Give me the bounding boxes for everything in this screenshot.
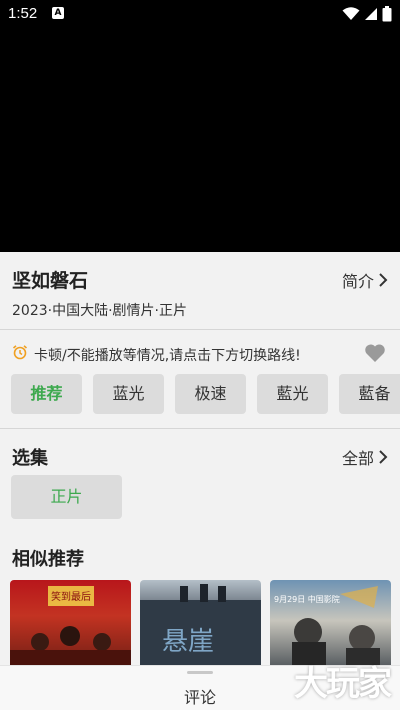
divider (0, 329, 400, 330)
source-button-bluray-2[interactable]: 藍光 (257, 374, 328, 414)
movie-meta: 2023·中国大陆·剧情片·正片 (12, 303, 187, 319)
alarm-clock-icon (12, 345, 28, 360)
poster-card[interactable]: 悬崖 (140, 580, 261, 670)
chevron-right-icon (379, 273, 388, 287)
watermark-logo: 大玩家 (294, 664, 392, 704)
source-selector: 推荐 蓝光 极速 藍光 藍备 (11, 374, 400, 414)
notice-banner: 卡顿/不能播放等情况,请点击下方切换路线! (12, 344, 388, 364)
chevron-right-icon (379, 450, 388, 464)
episodes-all-label: 全部 (341, 449, 374, 468)
wifi-icon (342, 7, 360, 20)
divider (0, 428, 400, 429)
status-icons (342, 6, 392, 22)
poster-card[interactable]: 笑到最后 (10, 580, 131, 670)
episode-button[interactable]: 正片 (11, 475, 122, 519)
poster-caption: 悬崖 (162, 627, 214, 657)
source-button-bluray[interactable]: 蓝光 (93, 374, 164, 414)
drag-handle[interactable] (187, 671, 213, 674)
notification-icon: A (52, 7, 64, 19)
signal-icon (365, 8, 377, 20)
poster-image: 悬崖 (140, 584, 261, 670)
battery-icon (382, 6, 392, 22)
video-player[interactable] (0, 0, 400, 252)
source-button-backup[interactable]: 藍备 (339, 374, 400, 414)
status-time: 1:52 (8, 5, 38, 22)
intro-label: 简介 (341, 272, 374, 291)
status-bar: 1:52 A (0, 0, 400, 28)
intro-button[interactable]: 简介 (342, 268, 388, 292)
episodes-title: 选集 (12, 448, 48, 469)
episodes-all-button[interactable]: 全部 (342, 445, 388, 469)
title-row: 坚如磐石 简介 (12, 266, 388, 292)
source-button-recommended[interactable]: 推荐 (11, 374, 82, 414)
movie-title: 坚如磐石 (12, 270, 89, 292)
poster-caption: 笑到最后 (51, 590, 91, 603)
heart-icon[interactable] (364, 343, 386, 363)
poster-image: 笑到最后 (10, 586, 131, 670)
similar-title: 相似推荐 (12, 549, 84, 570)
source-button-fast[interactable]: 极速 (175, 374, 246, 414)
notice-text: 卡顿/不能播放等情况,请点击下方切换路线! (34, 348, 301, 364)
detail-panel: 坚如磐石 简介 2023·中国大陆·剧情片·正片 卡顿/不能播放等情况,请点击下… (0, 252, 400, 710)
poster-caption: 9月29日 中国影院 (274, 594, 340, 604)
